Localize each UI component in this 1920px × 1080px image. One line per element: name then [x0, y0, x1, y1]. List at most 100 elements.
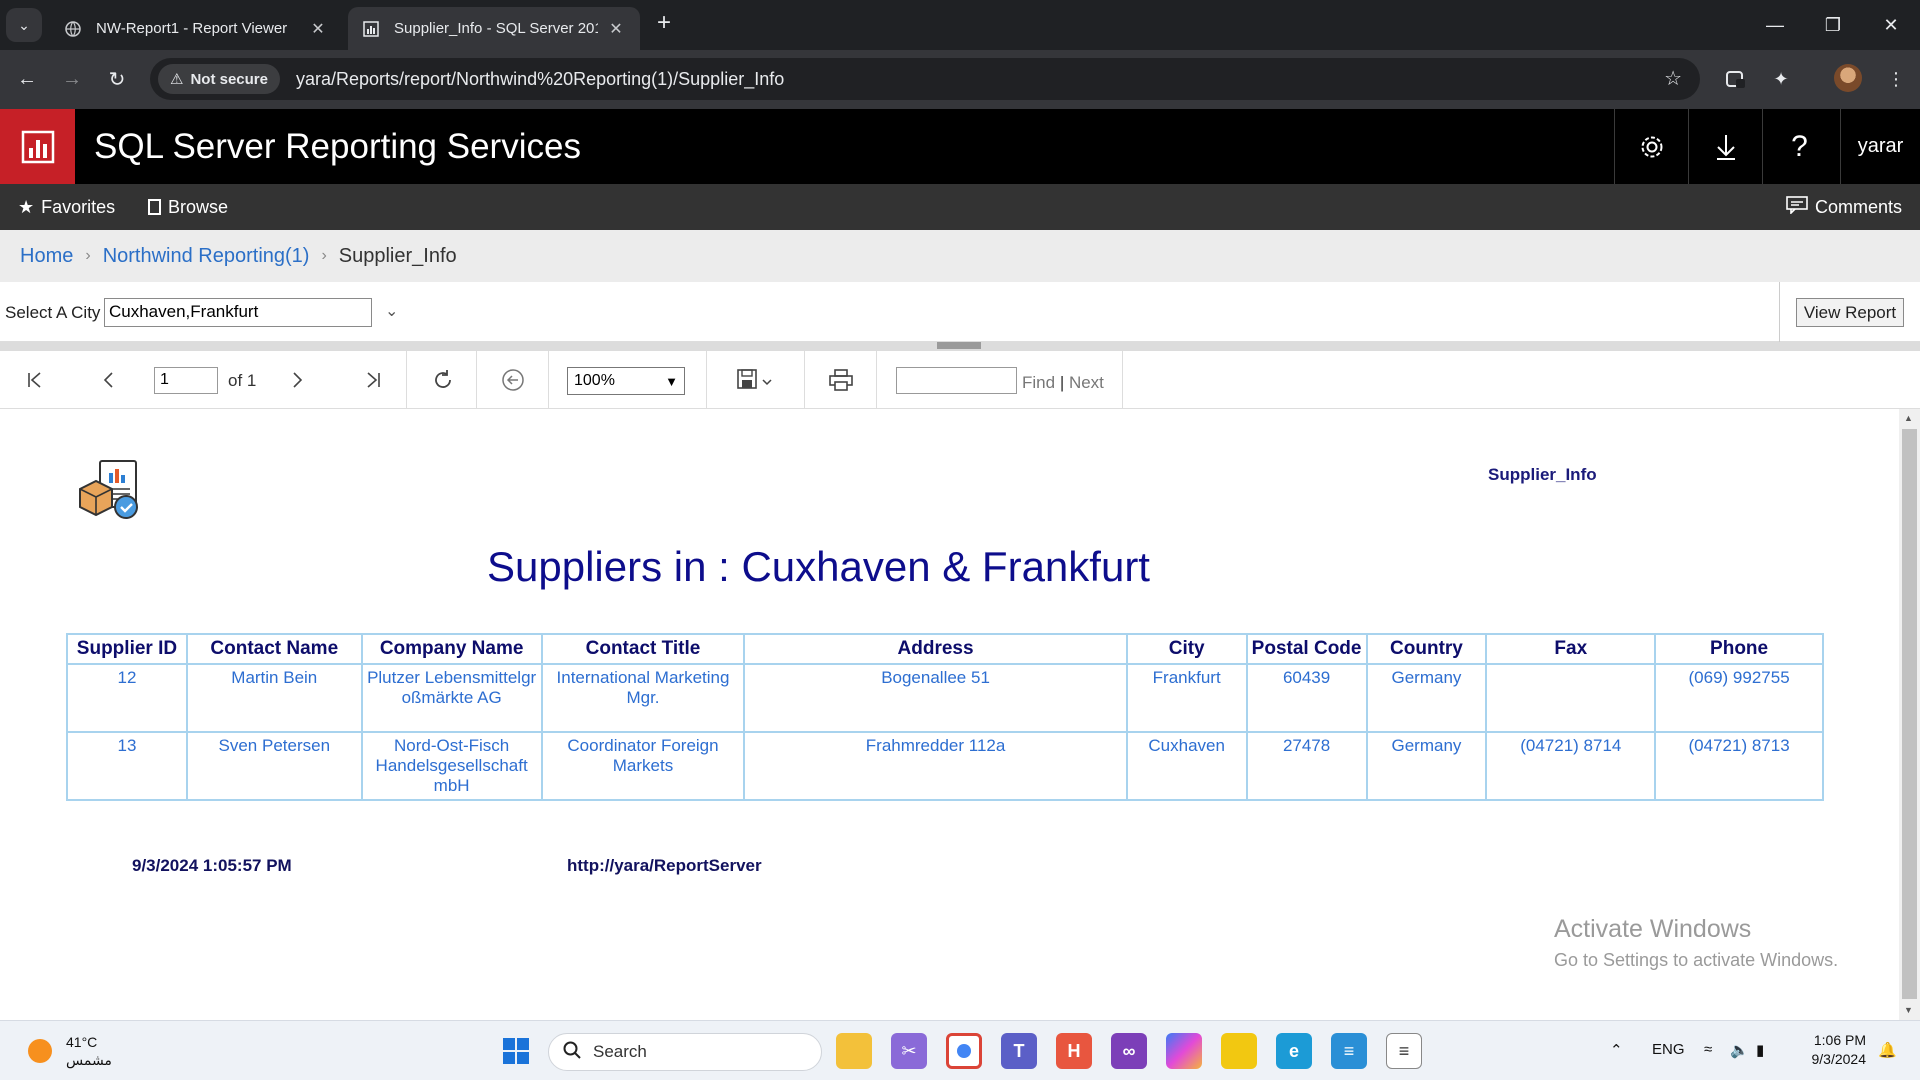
first-page-icon[interactable]: [20, 361, 50, 399]
print-icon[interactable]: [826, 361, 856, 399]
find-text-input[interactable]: [896, 367, 1017, 394]
edge-icon[interactable]: e: [1276, 1033, 1312, 1069]
temperature: 41°C: [66, 1034, 98, 1050]
zoom-value: 100%: [574, 372, 615, 389]
extension-icon[interactable]: [1720, 63, 1752, 95]
divider: [476, 351, 477, 409]
suppliers-table: Supplier ID Contact Name Company Name Co…: [66, 633, 1824, 801]
user-menu[interactable]: yarar: [1840, 109, 1920, 184]
breadcrumb-folder[interactable]: Northwind Reporting(1): [103, 245, 310, 268]
zoom-select[interactable]: 100% ▼: [567, 367, 685, 395]
weather-widget[interactable]: 41°C مشمس: [28, 1033, 112, 1069]
refresh-icon[interactable]: [428, 361, 458, 399]
column-header: Country: [1365, 633, 1488, 665]
table-row: 12 Martin Bein Plutzer Lebensmittelgroßm…: [66, 663, 1824, 733]
vertical-scrollbar[interactable]: ▲ ▼: [1899, 409, 1920, 1020]
column-header: City: [1125, 633, 1248, 665]
chevron-up-icon[interactable]: ⌃: [1610, 1041, 1623, 1059]
app-icon[interactable]: H: [1056, 1033, 1092, 1069]
battery-icon[interactable]: ▮: [1756, 1041, 1764, 1059]
table-cell: Coordinator Foreign Markets: [540, 731, 746, 801]
more-menu-icon[interactable]: ⋮: [1880, 63, 1912, 95]
snipping-tool-icon[interactable]: ✂: [891, 1033, 927, 1069]
system-clock[interactable]: 1:06 PM 9/3/2024: [1806, 1031, 1867, 1069]
notepad-icon[interactable]: ≡: [1331, 1033, 1367, 1069]
divider: [548, 351, 549, 409]
taskbar-search[interactable]: Search: [548, 1033, 822, 1071]
comments-label: Comments: [1815, 196, 1903, 217]
divider: [1122, 351, 1123, 409]
puzzle-icon[interactable]: ✦: [1765, 63, 1797, 95]
comments-link[interactable]: Comments: [1786, 184, 1902, 230]
breadcrumb-home[interactable]: Home: [20, 245, 73, 268]
app-title: SQL Server Reporting Services: [94, 127, 581, 166]
search-label: Search: [593, 1042, 647, 1061]
supplier-report-logo-icon: [78, 459, 142, 521]
table-cell: (069) 992755: [1654, 663, 1824, 733]
favorites-link[interactable]: ★ Favorites: [18, 184, 115, 230]
download-icon[interactable]: [1688, 109, 1762, 184]
not-secure-chip[interactable]: ⚠ Not secure: [158, 64, 280, 94]
tab-report-viewer[interactable]: NW-Report1 - Report Viewer ✕: [50, 7, 342, 50]
scroll-up-icon[interactable]: ▲: [1904, 413, 1913, 423]
notification-bell-icon[interactable]: 🔔: [1878, 1041, 1897, 1059]
restore-icon[interactable]: ❐: [1803, 0, 1863, 50]
find-link[interactable]: Find: [1022, 373, 1055, 392]
file-explorer-icon[interactable]: [836, 1033, 872, 1069]
ssrs-logo-icon[interactable]: [0, 109, 75, 184]
close-tab-icon[interactable]: ✕: [606, 19, 626, 39]
tab-list-button[interactable]: ⌄: [6, 8, 42, 42]
column-header: Fax: [1485, 633, 1657, 665]
help-icon[interactable]: ?: [1762, 109, 1836, 184]
address-bar-row: ← → ↻ ⚠ Not secure yara/Reports/report/N…: [0, 50, 1920, 109]
close-tab-icon[interactable]: ✕: [308, 19, 328, 39]
parameters-splitter[interactable]: [0, 342, 1920, 351]
new-tab-button[interactable]: +: [650, 10, 678, 38]
wifi-icon[interactable]: ≈: [1704, 1041, 1712, 1058]
bookmark-star-icon[interactable]: ☆: [1664, 66, 1682, 91]
tab-supplier-info[interactable]: Supplier_Info - SQL Server 2017 ✕: [348, 7, 640, 50]
column-header: Contact Name: [185, 633, 363, 665]
profile-avatar[interactable]: [1834, 64, 1862, 92]
power-bi-icon[interactable]: [1221, 1033, 1257, 1069]
next-link[interactable]: Next: [1069, 373, 1104, 392]
city-param-input[interactable]: Cuxhaven,Frankfurt: [104, 298, 372, 327]
omnibox[interactable]: ⚠ Not secure yara/Reports/report/Northwi…: [150, 58, 1700, 100]
clock-date: 9/3/2024: [1811, 1051, 1867, 1067]
search-icon: [563, 1041, 581, 1064]
tab-title: Supplier_Info - SQL Server 2017: [394, 20, 598, 37]
scroll-down-icon[interactable]: ▼: [1904, 1005, 1913, 1015]
chevron-right-icon: ›: [85, 247, 91, 264]
copilot-icon[interactable]: [1166, 1033, 1202, 1069]
previous-page-icon[interactable]: [94, 361, 124, 399]
reload-icon[interactable]: ↻: [100, 62, 134, 96]
volume-icon[interactable]: 🔈: [1730, 1041, 1749, 1059]
view-report-button[interactable]: View Report: [1796, 298, 1904, 327]
report-builder-icon[interactable]: ≡: [1386, 1033, 1422, 1069]
forward-arrow-icon[interactable]: →: [55, 62, 89, 96]
back-to-parent-icon[interactable]: [498, 361, 528, 399]
last-page-icon[interactable]: [358, 361, 388, 399]
url-text[interactable]: yara/Reports/report/Northwind%20Reportin…: [296, 69, 784, 90]
next-page-icon[interactable]: [282, 361, 312, 399]
tab-title: NW-Report1 - Report Viewer: [96, 20, 288, 37]
browse-link[interactable]: Browse: [148, 184, 228, 230]
visual-studio-icon[interactable]: ∞: [1111, 1033, 1147, 1069]
page-number-input[interactable]: 1: [154, 367, 218, 394]
collapse-handle[interactable]: [937, 342, 981, 349]
teams-icon[interactable]: T: [1001, 1033, 1037, 1069]
settings-gear-icon[interactable]: [1614, 109, 1688, 184]
minimize-icon[interactable]: —: [1745, 0, 1805, 50]
table-cell: Germany: [1365, 731, 1488, 801]
chevron-right-icon: ›: [321, 247, 327, 264]
input-language[interactable]: ENG: [1652, 1041, 1685, 1058]
report-icon: [362, 20, 380, 38]
windows-start-icon[interactable]: [498, 1033, 534, 1069]
scrollbar-thumb[interactable]: [1902, 429, 1917, 999]
close-window-icon[interactable]: ✕: [1861, 0, 1920, 50]
export-save-icon[interactable]: [729, 361, 783, 399]
chrome-icon[interactable]: [946, 1033, 982, 1069]
back-arrow-icon[interactable]: ←: [10, 62, 44, 96]
chevron-down-icon[interactable]: ⌄: [385, 301, 398, 321]
breadcrumb-current: Supplier_Info: [338, 244, 457, 267]
